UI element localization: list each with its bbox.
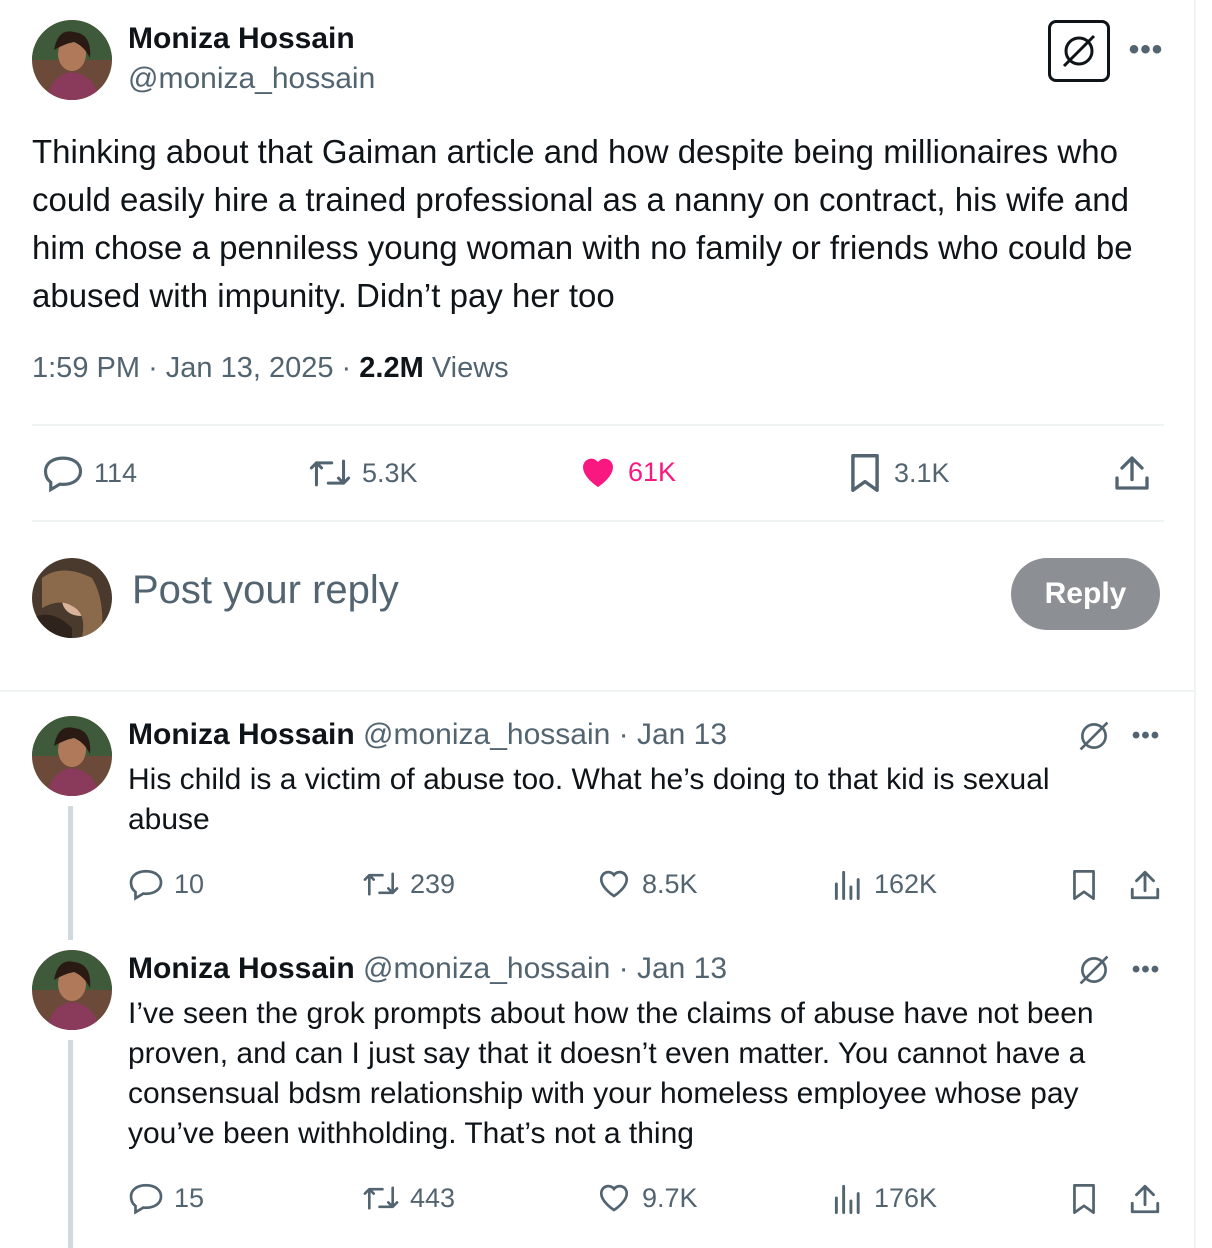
views-icon [832,1180,864,1216]
share-icon[interactable] [1126,866,1164,904]
like-button[interactable]: 61K [578,452,676,492]
views-count: 176K [874,1182,938,1213]
reply-date[interactable]: · Jan 13 [619,952,727,985]
reply-header: Moniza Hossain @moniza_hossain · Jan 13 [128,718,727,752]
repost-icon [362,1180,400,1216]
reply-input[interactable]: Post your reply [132,568,399,613]
views-count: 162K [874,868,938,899]
divider [32,424,1164,426]
author-avatar[interactable] [32,716,112,796]
author-handle[interactable]: @moniza_hossain [363,718,610,751]
thread-line [68,1040,73,1248]
reply-icon [128,866,164,902]
reply-date[interactable]: · Jan 13 [619,718,727,751]
author-name[interactable]: Moniza Hossain [128,22,355,56]
grok-icon[interactable] [1074,950,1114,990]
views-button[interactable]: 176K [832,1180,937,1216]
heart-icon [578,452,618,492]
bookmark-count: 3.1K [894,457,950,488]
bookmark-icon [846,452,884,494]
views-count: 2.2M [359,352,424,384]
repost-icon [308,452,352,494]
repost-count: 5.3K [362,457,418,488]
current-user-avatar[interactable] [32,558,112,638]
reply-text: His child is a victim of abuse too. What… [128,763,1050,836]
like-count: 9.7K [642,1182,698,1213]
divider [32,520,1164,522]
share-icon[interactable] [1126,1180,1164,1218]
like-count: 61K [628,456,677,487]
author-avatar[interactable] [32,20,112,100]
meta-separator: · [148,352,166,384]
more-icon[interactable]: ••• [1126,716,1166,756]
reply-icon [42,452,84,494]
more-icon[interactable]: ••• [1126,950,1166,990]
author-name[interactable]: Moniza Hossain [128,718,355,751]
views-icon [832,866,864,902]
repost-button[interactable]: 443 [362,1180,455,1216]
author-avatar[interactable] [32,950,112,1030]
reply-icon [128,1180,164,1216]
heart-icon [596,866,632,902]
author-handle[interactable]: @moniza_hossain [128,62,375,96]
like-count: 8.5K [642,868,698,899]
bookmark-icon[interactable] [1066,1180,1102,1218]
reply-count: 10 [174,868,205,899]
views-button[interactable]: 162K [832,866,937,902]
post-text: Thinking about that Gaiman article and h… [32,133,1133,314]
more-icon[interactable]: ••• [1126,30,1166,70]
reply-count: 114 [94,457,138,488]
repost-count: 239 [410,868,456,899]
reply-submit-button[interactable]: Reply [1011,558,1160,630]
grok-icon[interactable] [1048,20,1110,82]
repost-button[interactable]: 5.3K [308,452,418,494]
grok-icon[interactable] [1074,716,1114,756]
repost-icon [362,866,400,902]
divider [0,690,1196,692]
views-label: Views [431,352,509,384]
share-button[interactable] [1112,452,1152,494]
meta-separator: · [341,352,360,384]
bookmark-icon[interactable] [1066,866,1102,904]
reply-button[interactable]: 114 [42,452,137,494]
reply-header: Moniza Hossain @moniza_hossain · Jan 13 [128,952,727,986]
reply-count: 15 [174,1182,205,1213]
bookmark-button[interactable]: 3.1K [846,452,950,494]
post-date[interactable]: Jan 13, 2025 [166,352,334,384]
reply-button[interactable]: 10 [128,866,204,902]
like-button[interactable]: 8.5K [596,866,698,902]
like-button[interactable]: 9.7K [596,1180,698,1216]
reply-button[interactable]: 15 [128,1180,204,1216]
thread-line [68,806,73,940]
post-time[interactable]: 1:59 PM [32,352,140,384]
share-icon [1112,452,1152,494]
repost-count: 443 [410,1182,456,1213]
heart-icon [596,1180,632,1216]
post-thread: Moniza Hossain @moniza_hossain ••• Think… [0,0,1196,1248]
repost-button[interactable]: 239 [362,866,455,902]
author-handle[interactable]: @moniza_hossain [363,952,610,985]
post-meta: 1:59 PM · Jan 13, 2025 · 2.2M Views [32,352,509,385]
author-name[interactable]: Moniza Hossain [128,952,355,985]
reply-text: I’ve seen the grok prompts about how the… [128,997,1094,1150]
